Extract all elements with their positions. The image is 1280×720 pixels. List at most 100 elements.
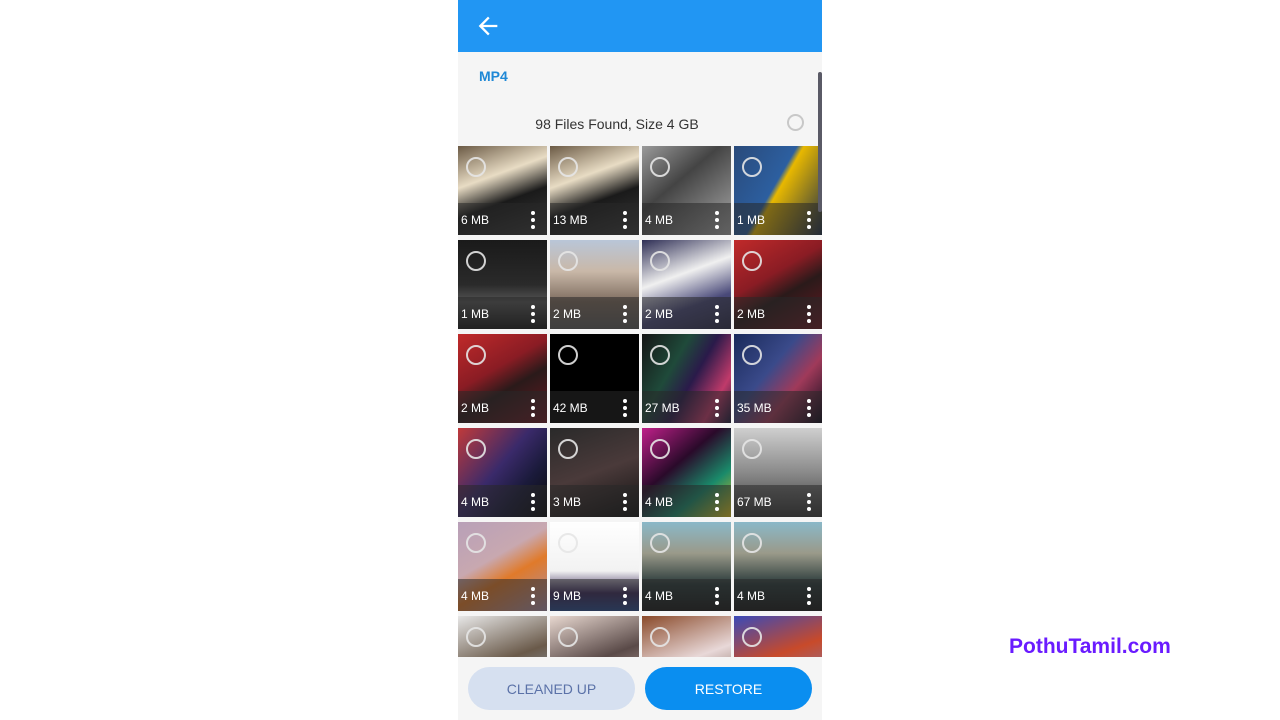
file-tile[interactable]: 2 MB [550,240,639,329]
file-tile[interactable] [458,616,547,657]
file-size: 35 MB [737,401,772,415]
cleaned-up-button[interactable]: CLEANED UP [468,667,635,710]
files-found-summary: 98 Files Found, Size 4 GB [535,116,699,132]
file-size: 4 MB [645,213,674,227]
file-size: 4 MB [645,589,674,603]
file-size: 9 MB [553,589,582,603]
file-tile[interactable]: 2 MB [734,240,822,329]
file-tile[interactable]: 4 MB [642,428,731,517]
select-circle-icon[interactable] [558,345,578,365]
select-circle-icon[interactable] [650,157,670,177]
select-circle-icon[interactable] [650,439,670,459]
file-tile[interactable]: 4 MB [642,522,731,611]
file-size: 4 MB [461,495,490,509]
file-size: 4 MB [645,495,674,509]
file-tile[interactable]: 2 MB [642,240,731,329]
more-vert-icon[interactable] [531,211,535,229]
file-size: 6 MB [461,213,490,227]
file-size: 2 MB [461,401,490,415]
select-circle-icon[interactable] [742,533,762,553]
more-vert-icon[interactable] [807,211,811,229]
file-tile[interactable]: 4 MB [734,522,822,611]
select-circle-icon[interactable] [742,345,762,365]
select-circle-icon[interactable] [466,627,486,647]
more-vert-icon[interactable] [715,493,719,511]
arrow-left-icon[interactable] [474,12,502,40]
more-vert-icon[interactable] [531,587,535,605]
file-size: 1 MB [737,213,766,227]
select-circle-icon[interactable] [558,157,578,177]
file-tile[interactable]: 6 MB [458,146,547,235]
select-circle-icon[interactable] [466,533,486,553]
scrollbar[interactable] [818,72,822,212]
more-vert-icon[interactable] [807,399,811,417]
file-tile[interactable]: 3 MB [550,428,639,517]
file-tile[interactable]: 1 MB [458,240,547,329]
file-tile[interactable]: 4 MB [458,522,547,611]
select-circle-icon[interactable] [742,251,762,271]
bottom-action-bar: CLEANED UP RESTORE [458,657,822,720]
more-vert-icon[interactable] [715,587,719,605]
summary-row: 98 Files Found, Size 4 GB [458,112,822,136]
select-circle-icon[interactable] [742,627,762,647]
select-circle-icon[interactable] [650,627,670,647]
select-circle-icon[interactable] [650,345,670,365]
file-size: 27 MB [645,401,680,415]
more-vert-icon[interactable] [807,587,811,605]
file-tile[interactable]: 67 MB [734,428,822,517]
select-circle-icon[interactable] [558,439,578,459]
watermark: PothuTamil.com [1009,635,1171,658]
file-tile[interactable]: 4 MB [458,428,547,517]
more-vert-icon[interactable] [807,493,811,511]
more-vert-icon[interactable] [531,399,535,417]
file-tile[interactable]: 4 MB [642,146,731,235]
more-vert-icon[interactable] [623,587,627,605]
more-vert-icon[interactable] [715,211,719,229]
file-size: 42 MB [553,401,588,415]
file-size: 67 MB [737,495,772,509]
file-tile[interactable]: 9 MB [550,522,639,611]
select-circle-icon[interactable] [466,439,486,459]
select-circle-icon[interactable] [742,439,762,459]
more-vert-icon[interactable] [623,211,627,229]
select-circle-icon[interactable] [650,533,670,553]
select-circle-icon[interactable] [466,251,486,271]
file-size: 2 MB [737,307,766,321]
file-size: 2 MB [645,307,674,321]
file-tile[interactable] [550,616,639,657]
file-tile[interactable]: 2 MB [458,334,547,423]
section-title: MP4 [479,68,508,84]
file-tile[interactable] [642,616,731,657]
select-circle-icon[interactable] [742,157,762,177]
more-vert-icon[interactable] [623,493,627,511]
more-vert-icon[interactable] [715,305,719,323]
select-circle-icon[interactable] [466,157,486,177]
file-size: 4 MB [461,589,490,603]
select-circle-icon[interactable] [558,251,578,271]
select-circle-icon[interactable] [650,251,670,271]
file-tile[interactable]: 35 MB [734,334,822,423]
file-size: 13 MB [553,213,588,227]
select-all-checkbox[interactable] [787,114,804,131]
app-bar [458,0,822,52]
more-vert-icon[interactable] [531,305,535,323]
restore-button[interactable]: RESTORE [645,667,812,710]
more-vert-icon[interactable] [623,399,627,417]
file-grid: 6 MB 13 MB 4 MB 1 MB 1 MB 2 MB 2 MB 2 MB 2 MB 42 … [458,146,822,657]
file-size: 2 MB [553,307,582,321]
file-tile[interactable]: 13 MB [550,146,639,235]
more-vert-icon[interactable] [715,399,719,417]
file-tile[interactable]: 42 MB [550,334,639,423]
file-size: 1 MB [461,307,490,321]
select-circle-icon[interactable] [558,627,578,647]
more-vert-icon[interactable] [623,305,627,323]
file-size: 3 MB [553,495,582,509]
file-tile[interactable]: 1 MB [734,146,822,235]
file-tile[interactable]: 27 MB [642,334,731,423]
phone-screen: MP4 98 Files Found, Size 4 GB 6 MB 13 MB 4… [458,0,822,720]
more-vert-icon[interactable] [807,305,811,323]
select-circle-icon[interactable] [558,533,578,553]
more-vert-icon[interactable] [531,493,535,511]
select-circle-icon[interactable] [466,345,486,365]
file-tile[interactable] [734,616,822,657]
